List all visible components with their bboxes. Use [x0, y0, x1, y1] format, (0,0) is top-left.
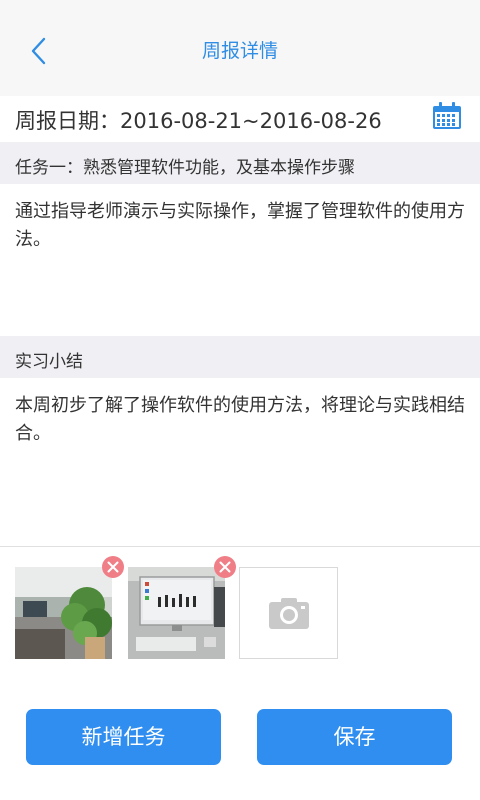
close-icon	[107, 561, 119, 573]
report-date-row[interactable]: 周报日期：2016-08-21~2016-08-26	[0, 96, 480, 142]
summary-section-header: 实习小结	[0, 336, 480, 378]
navigation-bar: 周报详情	[0, 0, 480, 96]
calendar-icon	[433, 102, 461, 129]
task-content-field[interactable]: 通过指导老师演示与实际操作，掌握了管理软件的使用方法。	[0, 184, 480, 336]
remove-photo-button[interactable]	[102, 556, 124, 578]
remove-photo-button[interactable]	[214, 556, 236, 578]
close-icon	[219, 561, 231, 573]
add-photo-button[interactable]	[239, 567, 338, 659]
page-title: 周报详情	[201, 40, 278, 62]
computer-monitor-photo	[128, 567, 225, 659]
report-date-label: 周报日期：2016-08-21~2016-08-26	[15, 109, 382, 133]
add-task-button[interactable]: 新增任务	[26, 709, 221, 765]
calendar-button[interactable]	[432, 102, 462, 130]
camera-icon	[269, 598, 309, 629]
summary-title: 实习小结	[15, 352, 83, 372]
task-title: 任务一：熟悉管理软件功能，及基本操作步骤	[15, 158, 355, 178]
divider	[0, 546, 480, 547]
summary-content-text: 本周初步了解了操作软件的使用方法，将理论与实践相结合。	[15, 395, 465, 444]
save-button[interactable]: 保存	[257, 709, 452, 765]
plant-office-photo	[15, 567, 112, 659]
photo-gallery	[0, 548, 480, 688]
photo-thumbnail-plant[interactable]	[15, 567, 112, 659]
photo-thumbnail-monitor[interactable]	[128, 567, 225, 659]
summary-content-field[interactable]: 本周初步了解了操作软件的使用方法，将理论与实践相结合。	[0, 378, 480, 546]
task-content-text: 通过指导老师演示与实际操作，掌握了管理软件的使用方法。	[15, 201, 465, 250]
weekly-report-detail-screen: 周报详情 周报日期：2016-08-21~2016-08-26 任务一：熟悉管理…	[0, 0, 480, 800]
task-section-header: 任务一：熟悉管理软件功能，及基本操作步骤	[0, 142, 480, 184]
